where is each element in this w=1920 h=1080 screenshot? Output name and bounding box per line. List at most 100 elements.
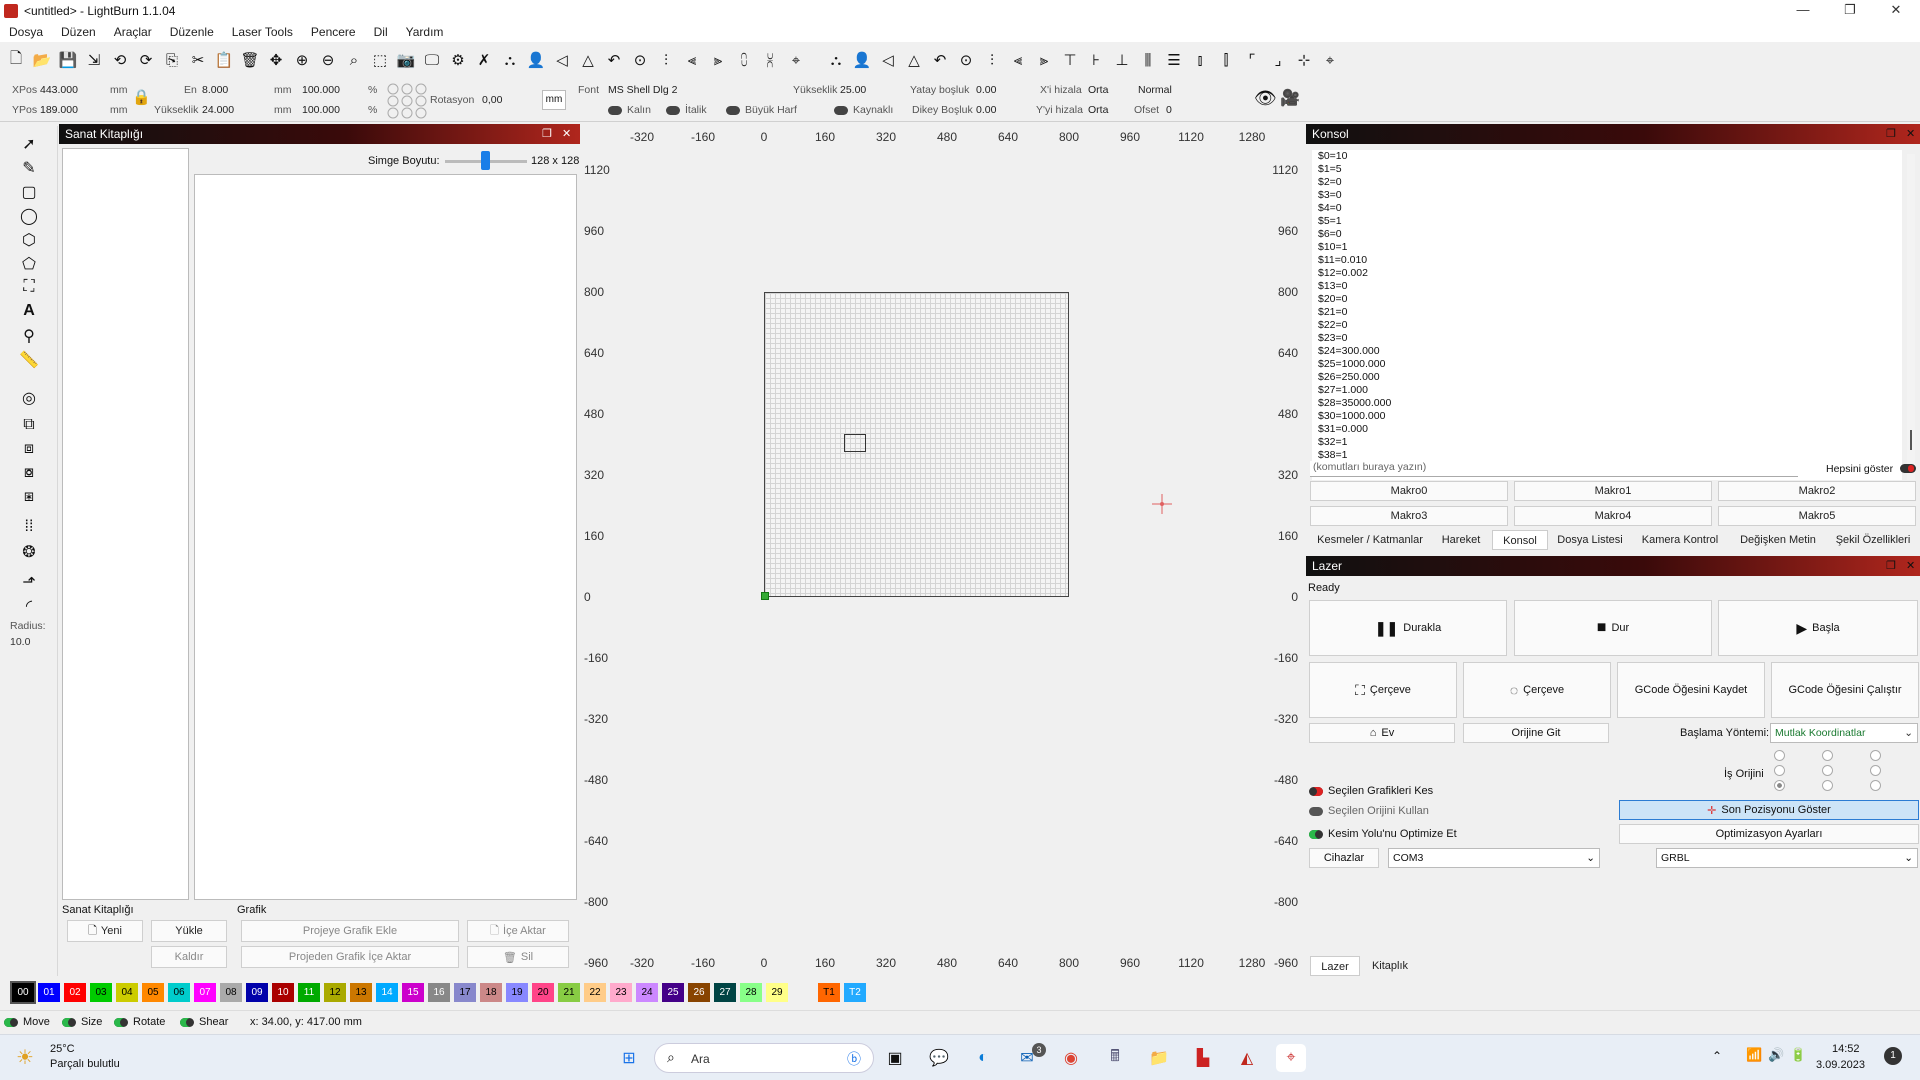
space-v-icon[interactable]: ⫿	[1214, 48, 1238, 72]
menu-dil[interactable]: Dil	[365, 22, 397, 42]
layer-color-swatch[interactable]: 22	[584, 983, 606, 1002]
notification-badge[interactable]: 1	[1884, 1047, 1902, 1065]
origin-radio-bl[interactable]	[1774, 780, 1785, 791]
corner-radius-icon[interactable]: ◜	[18, 596, 40, 618]
solidworks-icon[interactable]: ▙	[1188, 1044, 1218, 1072]
calculator-icon[interactable]: 🖩	[1100, 1044, 1130, 1072]
layer-color-swatch[interactable]: 08	[220, 983, 242, 1002]
user2-icon[interactable]: 👤	[850, 48, 874, 72]
tab-laser[interactable]: Lazer	[1310, 956, 1360, 976]
layer-color-swatch[interactable]: 12	[324, 983, 346, 1002]
tab-library[interactable]: Kitaplık	[1362, 956, 1418, 976]
teams-chat-icon[interactable]: 💬	[924, 1044, 954, 1072]
menu-yardim[interactable]: Yardım	[397, 22, 453, 42]
save-gcode-button[interactable]: GCode Öğesini Kaydet	[1617, 662, 1765, 718]
layer-color-swatch[interactable]: 03	[90, 983, 112, 1002]
tray-chevron-icon[interactable]: ⌃	[1712, 1049, 1722, 1063]
monitor-icon[interactable]: 🖵	[420, 48, 444, 72]
show-last-position-button[interactable]: ✛ Son Pozisyonu Göster	[1619, 800, 1919, 820]
target2-icon[interactable]: ⊙	[954, 48, 978, 72]
mirror-v2-icon[interactable]: △	[902, 48, 926, 72]
frame-circle-button[interactable]: ◌ Çerçeve	[1463, 662, 1611, 718]
optimize-path-toggle[interactable]: Kesim Yolu'nu Optimize Et	[1309, 828, 1457, 840]
minimize-icon[interactable]: —	[1783, 2, 1823, 17]
mirror-h-icon[interactable]: ◁	[550, 48, 574, 72]
align-right-icon[interactable]: ⫸	[1032, 48, 1056, 72]
dist-v-icon[interactable]: ☰	[1162, 48, 1186, 72]
go-origin-button[interactable]: Orijine Git	[1463, 723, 1609, 743]
group-icon[interactable]: ⛬	[498, 48, 522, 72]
close-panel-icon[interactable]: ✕	[562, 127, 571, 140]
ellipse-tool-icon[interactable]: ◯	[18, 206, 40, 228]
console-tab[interactable]: Şekil Özellikleri	[1828, 530, 1918, 550]
workspace-canvas[interactable]: -320 -160 0 160 320 480 640 800 960 1120 1280 -320…	[582, 124, 1302, 976]
xpos-input[interactable]: 443.000	[40, 84, 78, 96]
height-pct-input[interactable]: 100.000	[302, 104, 340, 116]
rotation-input[interactable]: 0,00	[482, 94, 502, 106]
layer-color-swatch[interactable]: 00	[10, 981, 36, 1004]
shear-toggle[interactable]: Shear	[180, 1016, 228, 1028]
laser-close-icon[interactable]: ✕	[1906, 559, 1915, 572]
origin-radio-ml[interactable]	[1774, 765, 1785, 776]
layer-color-swatch[interactable]: 28	[740, 983, 762, 1002]
corner-br-icon[interactable]: ⌟	[1266, 48, 1290, 72]
rotate-toggle[interactable]: Rotate	[114, 1016, 165, 1028]
start-windows-icon[interactable]: ⊞	[614, 1044, 644, 1072]
text-tool-icon[interactable]: A	[18, 302, 40, 324]
grid-array-icon[interactable]: ⁞⁞	[18, 518, 40, 540]
width-pct-input[interactable]: 100.000	[302, 84, 340, 96]
zoom-frame-icon[interactable]: ⬚	[368, 48, 392, 72]
graphics-grid[interactable]	[194, 174, 577, 900]
delete-icon[interactable]: 🗑	[238, 48, 262, 72]
menu-laser-tools[interactable]: Laser Tools	[223, 22, 302, 42]
new-file-icon[interactable]: 🗋	[4, 48, 28, 72]
rotate-icon[interactable]: ↶	[602, 48, 626, 72]
menu-duzen[interactable]: Düzen	[52, 22, 105, 42]
stop-button[interactable]: ■ Dur	[1514, 600, 1712, 656]
console-close-icon[interactable]: ✕	[1906, 127, 1915, 140]
taskbar-search-box[interactable]: ⌕ Ara ⓑ	[654, 1043, 874, 1073]
edit-nodes-icon[interactable]: ⬏	[18, 572, 40, 594]
layer-color-swatch[interactable]: 17	[454, 983, 476, 1002]
origin-radio-br[interactable]	[1870, 780, 1881, 791]
console-tab[interactable]: Kesmeler / Katmanlar	[1310, 530, 1430, 550]
close-icon[interactable]: ✕	[1876, 2, 1916, 18]
offset-input[interactable]: 0	[1166, 104, 1172, 116]
boolean-union-icon[interactable]: ⧉	[18, 416, 40, 438]
maximize-icon[interactable]: ❐	[1830, 2, 1870, 18]
user-icon[interactable]: 👤	[524, 48, 548, 72]
undo-icon[interactable]: ⟲	[108, 48, 132, 72]
menu-duzenle[interactable]: Düzenle	[161, 22, 223, 42]
lightburn-taskbar-icon[interactable]: ◭	[1232, 1044, 1262, 1072]
redo-icon[interactable]: ⟳	[134, 48, 158, 72]
pentagon-tool-icon[interactable]: ⬠	[18, 254, 40, 276]
layer-color-swatch[interactable]: 02	[64, 983, 86, 1002]
align-vbottom-icon[interactable]: ⊥	[1110, 48, 1134, 72]
yalign-select[interactable]: Orta	[1088, 104, 1108, 116]
console-tab[interactable]: Konsol	[1492, 530, 1548, 550]
open-folder-icon[interactable]: 📂	[30, 48, 54, 72]
clock-date[interactable]: 3.09.2023	[1816, 1059, 1865, 1071]
layer-color-swatch[interactable]: T1	[818, 983, 840, 1002]
task-view-icon[interactable]: ▣	[880, 1044, 910, 1072]
camera-icon[interactable]: 📷	[394, 48, 418, 72]
show-all-toggle[interactable]	[1900, 464, 1916, 473]
console-tab[interactable]: Hareket	[1434, 530, 1488, 550]
layer-color-swatch[interactable]: 20	[532, 983, 554, 1002]
load-library-button[interactable]: Yükle	[151, 920, 227, 942]
rotate2-icon[interactable]: ↶	[928, 48, 952, 72]
weather-sun-icon[interactable]: ☀	[16, 1045, 34, 1070]
import-button[interactable]: 🗋 İçe Aktar	[467, 920, 569, 942]
align-vcenter-icon[interactable]: ⊦	[1084, 48, 1108, 72]
layer-color-swatch[interactable]: 04	[116, 983, 138, 1002]
text-height-input[interactable]: 25.00	[840, 84, 866, 96]
layer-color-swatch[interactable]: 18	[480, 983, 502, 1002]
layer-color-swatch[interactable]: 05	[142, 983, 164, 1002]
settings-gear-icon[interactable]: ⚙	[446, 48, 470, 72]
origin-radio-bc[interactable]	[1822, 780, 1833, 791]
macro-button[interactable]: Makro4	[1514, 506, 1712, 526]
align-vtop-icon[interactable]: ⊤	[1058, 48, 1082, 72]
wifi-icon[interactable]: 📶	[1746, 1047, 1762, 1063]
layer-color-swatch[interactable]: 14	[376, 983, 398, 1002]
pause-button[interactable]: ❚❚ Durakla	[1309, 600, 1507, 656]
